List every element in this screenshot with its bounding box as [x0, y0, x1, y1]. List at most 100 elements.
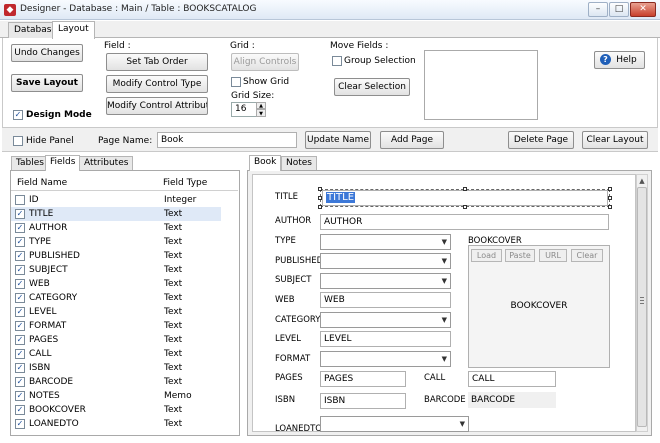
delete-page-button[interactable]: Delete Page: [508, 131, 574, 149]
field-checkbox[interactable]: ✓: [15, 377, 25, 387]
field-checkbox[interactable]: ✓: [15, 335, 25, 345]
field-row[interactable]: ✓ CALL Text: [11, 347, 221, 361]
tab-fields[interactable]: Fields: [45, 155, 81, 171]
field-row[interactable]: ✓ WEB Text: [11, 277, 221, 291]
field-checkbox[interactable]: ✓: [15, 307, 25, 317]
tab-layout[interactable]: Layout: [52, 21, 95, 39]
modify-control-type-button[interactable]: Modify Control Type: [106, 75, 208, 93]
clear-selection-button[interactable]: Clear Selection: [334, 78, 410, 96]
grid-size-up-icon[interactable]: ▲: [256, 102, 266, 109]
hide-panel-checkbox[interactable]: [13, 136, 23, 146]
tab-attributes[interactable]: Attributes: [79, 156, 134, 171]
author-field[interactable]: AUTHOR: [320, 214, 609, 230]
isbn-field[interactable]: ISBN: [320, 393, 406, 409]
url-button[interactable]: URL: [539, 249, 567, 262]
field-group-label: Field :: [104, 41, 131, 51]
resize-handle[interactable]: [318, 196, 322, 200]
minimize-button[interactable]: –: [588, 2, 608, 17]
group-selection-checkbox[interactable]: [332, 56, 342, 66]
show-grid-checkbox[interactable]: [231, 77, 241, 87]
resize-handle[interactable]: [608, 205, 612, 209]
format-combo[interactable]: ▼: [320, 351, 451, 367]
clear-layout-button[interactable]: Clear Layout: [582, 131, 648, 149]
category-label: CATEGORY: [275, 315, 321, 325]
move-fields-listbox[interactable]: [424, 50, 538, 120]
author-label: AUTHOR: [275, 216, 312, 226]
add-page-button[interactable]: Add Page: [380, 131, 444, 149]
field-checkbox[interactable]: ✓: [15, 223, 25, 233]
field-row[interactable]: ✓ AUTHOR Text: [11, 221, 221, 235]
field-checkbox[interactable]: ✓: [15, 209, 25, 219]
grid-size-label: Grid Size:: [231, 91, 275, 101]
grid-group-label: Grid :: [230, 41, 255, 51]
title-field[interactable]: TITLE: [322, 190, 608, 206]
field-checkbox[interactable]: [15, 195, 25, 205]
field-row[interactable]: ✓ LOANEDTO Text: [11, 417, 221, 431]
maximize-button[interactable]: □: [609, 2, 629, 17]
field-row[interactable]: ✓ BOOKCOVER Text: [11, 403, 221, 417]
col-field-type[interactable]: Field Type: [163, 178, 207, 188]
design-mode-checkbox[interactable]: ✓: [13, 110, 23, 120]
scroll-up-icon[interactable]: ▲: [637, 176, 647, 186]
load-button[interactable]: Load: [471, 249, 502, 262]
level-field[interactable]: LEVEL: [320, 331, 451, 347]
tab-book[interactable]: Book: [249, 155, 282, 171]
page-name-input[interactable]: Book: [157, 132, 297, 148]
field-checkbox[interactable]: ✓: [15, 251, 25, 261]
grid-size-down-icon[interactable]: ▼: [256, 109, 266, 117]
scrollbar-thumb[interactable]: [637, 187, 647, 427]
field-checkbox[interactable]: ✓: [15, 363, 25, 373]
field-row[interactable]: ✓ PUBLISHED Text: [11, 249, 221, 263]
field-row[interactable]: ✓ PAGES Text: [11, 333, 221, 347]
resize-handle[interactable]: [463, 187, 467, 191]
subject-label: SUBJECT: [275, 275, 312, 285]
field-row[interactable]: ✓ NOTES Memo: [11, 389, 221, 403]
field-row[interactable]: ✓ ISBN Text: [11, 361, 221, 375]
field-checkbox[interactable]: ✓: [15, 321, 25, 331]
modify-control-attributes-button[interactable]: Modify Control Attributes: [106, 97, 208, 115]
field-checkbox[interactable]: ✓: [15, 419, 25, 429]
field-row[interactable]: ✓ TYPE Text: [11, 235, 221, 249]
field-checkbox[interactable]: ✓: [15, 237, 25, 247]
resize-handle[interactable]: [608, 196, 612, 200]
subject-combo[interactable]: ▼: [320, 273, 451, 289]
field-row[interactable]: ✓ TITLE Text: [11, 207, 221, 221]
field-checkbox[interactable]: ✓: [15, 265, 25, 275]
close-button[interactable]: ✕: [630, 2, 656, 17]
update-name-button[interactable]: Update Name: [305, 131, 371, 149]
field-row[interactable]: ✓ FORMAT Text: [11, 319, 221, 333]
field-checkbox[interactable]: ✓: [15, 391, 25, 401]
field-row[interactable]: ✓ CATEGORY Text: [11, 291, 221, 305]
field-name-cell: CATEGORY: [29, 293, 78, 303]
category-combo[interactable]: ▼: [320, 312, 451, 328]
field-checkbox[interactable]: ✓: [15, 405, 25, 415]
call-field[interactable]: CALL: [468, 371, 556, 387]
field-row[interactable]: ✓ LEVEL Text: [11, 305, 221, 319]
thumb-grip: [640, 297, 644, 298]
field-checkbox[interactable]: ✓: [15, 279, 25, 289]
web-field[interactable]: WEB: [320, 292, 451, 308]
field-checkbox[interactable]: ✓: [15, 293, 25, 303]
resize-handle[interactable]: [318, 187, 322, 191]
col-field-name[interactable]: Field Name: [17, 178, 67, 188]
field-row[interactable]: ✓ BARCODE Text: [11, 375, 221, 389]
tab-tables[interactable]: Tables: [11, 156, 49, 171]
resize-handle[interactable]: [608, 187, 612, 191]
type-combo[interactable]: ▼: [320, 234, 451, 250]
tab-notes[interactable]: Notes: [281, 156, 317, 171]
field-row[interactable]: ✓ SUBJECT Text: [11, 263, 221, 277]
align-controls-button[interactable]: Align Controls: [231, 53, 299, 71]
loanedto-combo[interactable]: ▼: [320, 416, 469, 432]
resize-handle[interactable]: [318, 205, 322, 209]
resize-handle[interactable]: [463, 205, 467, 209]
save-layout-button[interactable]: Save Layout: [11, 74, 83, 92]
field-row[interactable]: ID Integer: [11, 193, 221, 207]
fields-grid-header: Field Name Field Type: [11, 177, 238, 191]
paste-button[interactable]: Paste: [505, 249, 535, 262]
published-combo[interactable]: ▼: [320, 253, 451, 269]
undo-changes-button[interactable]: Undo Changes: [11, 44, 83, 62]
field-checkbox[interactable]: ✓: [15, 349, 25, 359]
pages-field[interactable]: PAGES: [320, 371, 406, 387]
set-tab-order-button[interactable]: Set Tab Order: [106, 53, 208, 71]
clear-image-button[interactable]: Clear: [571, 249, 603, 262]
